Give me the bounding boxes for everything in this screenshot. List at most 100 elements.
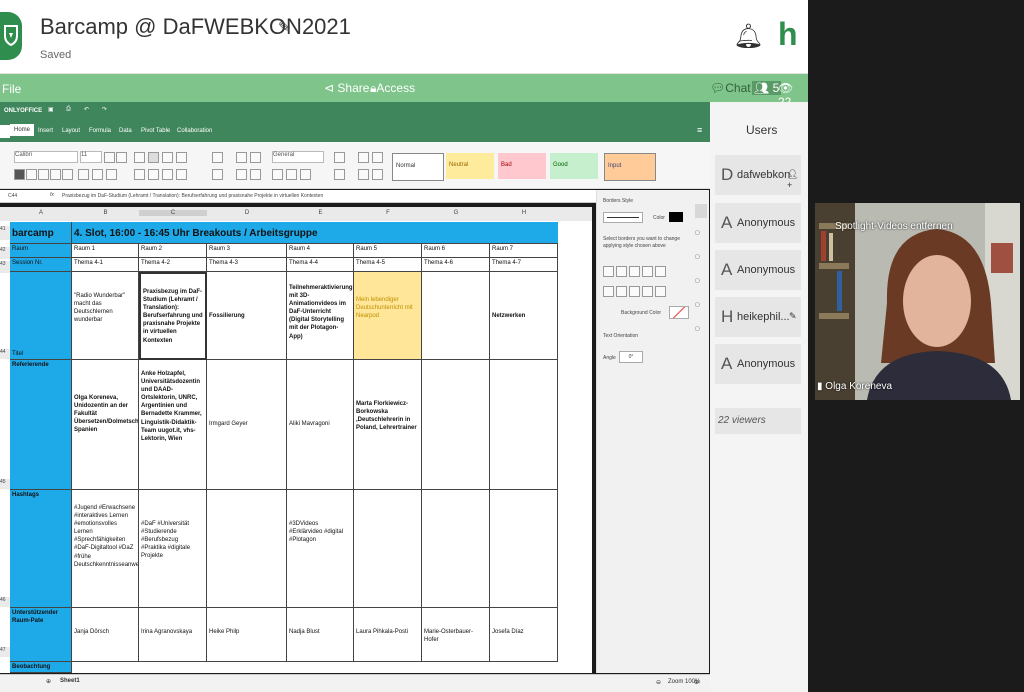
redo-icon[interactable]: ↷ [102,106,107,113]
clear-filter-icon[interactable] [250,169,261,180]
sheet-subtitle-cell[interactable]: 4. Slot, 16:00 - 16:45 Uhr Breakouts / A… [72,222,558,244]
spreadsheet-grid[interactable]: 41 42 43 44 45 46 47 barcamp 4. Slot, 16… [0,221,592,673]
speaker-cell[interactable]: Aliki Mavragoni [287,360,354,490]
align-middle-icon[interactable] [148,152,159,163]
session-cell[interactable]: Thema 4-6 [422,258,490,272]
delete-cells-icon[interactable] [334,169,345,180]
session-cell[interactable]: Thema 4-1 [72,258,139,272]
column-header[interactable]: D [207,210,287,216]
number-format-select[interactable]: General [272,151,324,163]
room-cell[interactable]: Raum 6 [422,244,490,258]
file-menu[interactable]: File [2,82,21,96]
formula-input[interactable]: Praxisbezug im DaF-Studium (Lehramt / Tr… [62,193,323,199]
session-cell[interactable]: Thema 4-7 [490,258,558,272]
document-title[interactable]: Barcamp @ DaFWEBKON2021 [40,14,351,40]
wrap-text-icon[interactable] [176,152,187,163]
add-sheet-icon[interactable]: ⊕ [46,678,51,685]
room-cell[interactable]: Raum 5 [354,244,422,258]
user-item[interactable]: A Anonymous [715,250,801,290]
hashtag-cell[interactable] [207,490,287,608]
row-label-cell[interactable]: Hashtags [10,490,72,608]
style-input[interactable]: Input [604,153,656,181]
sort-desc-icon[interactable] [250,152,261,163]
strikethrough-icon[interactable] [50,169,61,180]
column-header[interactable]: E [287,210,354,216]
edit-title-icon[interactable]: ✎ [278,18,291,36]
hashtag-cell[interactable]: #DaF #Universität #Studierende #Berufsbe… [139,490,207,608]
border-center-icon[interactable] [616,286,627,297]
room-cell[interactable]: Raum 4 [287,244,354,258]
title-cell[interactable]: Teilnehmeraktivierung mit 3D-Animationvi… [287,272,354,360]
chat-button[interactable]: 💬︎Chat [710,81,751,95]
tab-home[interactable]: Home [10,124,35,136]
align-left-icon[interactable] [134,169,145,180]
speaker-cell[interactable] [490,360,558,490]
align-center-icon[interactable] [148,169,159,180]
align-top-icon[interactable] [134,152,145,163]
function-icon[interactable]: fx [50,192,54,198]
table-settings-tab-icon[interactable]: ▢ [695,326,707,336]
row-label-cell[interactable]: Referierende [10,360,72,490]
tab-data[interactable]: Data [119,128,132,134]
insert-function-icon[interactable] [212,169,223,180]
session-cell[interactable]: Thema 4-4 [287,258,354,272]
style-good[interactable]: Good [550,153,598,179]
row-number[interactable]: 46 [0,597,10,607]
hashtag-cell[interactable]: #3DVideos #Erklärvideo #digital #Plotago… [287,490,354,608]
column-header[interactable]: C [139,210,207,216]
user-item[interactable]: A Anonymous [715,344,801,384]
insert-cells-icon[interactable] [334,152,345,163]
zoom-out-icon[interactable]: ⊖ [656,679,661,686]
column-header[interactable]: A [10,210,72,216]
decrease-font-icon[interactable] [116,152,127,163]
helper-cell[interactable]: Janja Dörsch [72,608,139,662]
row-label-cell[interactable]: Unterstützender Raum-Pate [10,608,72,662]
conditional-format-icon[interactable] [358,169,369,180]
pencil-icon[interactable]: ✎ [789,311,797,322]
style-bad[interactable]: Bad [498,153,546,179]
row-label-cell[interactable]: Beobachtung [10,662,72,673]
column-header[interactable]: G [422,210,490,216]
title-cell-selected[interactable]: Praxisbezug im DaF-Studium (Lehramt / Tr… [139,272,207,360]
helper-cell[interactable]: Marie-Osterbauer-Hofer [422,608,490,662]
access-button[interactable]: 🔒︎Access [370,81,415,96]
user-item[interactable]: H heikephil... ✎ [715,297,801,337]
text-settings-tab-icon[interactable]: ▢ [695,302,707,312]
video-tile[interactable]: Spotlight-Videos entfernen ▮ Olga Korene… [815,203,1020,400]
column-header[interactable]: B [72,210,139,216]
table-template-icon[interactable] [372,169,383,180]
percent-icon[interactable] [272,169,283,180]
cell-settings-tab-icon[interactable] [695,204,707,218]
helper-cell[interactable]: Josefa Díaz [490,608,558,662]
decimal-icon[interactable] [300,169,311,180]
print-icon[interactable]: ⎙ [66,106,71,113]
filter-icon[interactable] [236,169,247,180]
border-left-icon[interactable] [603,286,614,297]
border-bottom-icon[interactable] [655,286,666,297]
session-cell[interactable]: Thema 4-5 [354,258,422,272]
increase-font-icon[interactable] [104,152,115,163]
speaker-cell[interactable] [422,360,490,490]
border-style-select[interactable] [603,212,643,223]
undo-icon[interactable]: ↶ [84,106,89,113]
hashtag-cell[interactable]: #Jugend #Erwachsene #interaktives Lernen… [72,490,139,608]
style-normal[interactable]: Normal [392,153,444,181]
user-item[interactable]: D dafwebkon 👤︎+ [715,155,801,195]
save-icon[interactable]: ▣ [48,106,54,113]
italic-icon[interactable] [26,169,37,180]
border-diagonal-down-icon[interactable] [655,266,666,277]
session-cell[interactable]: Thema 4-2 [139,258,207,272]
title-cell[interactable]: Netzwerken [490,272,558,360]
row-number[interactable]: 44 [0,349,10,359]
sheet-tab[interactable]: Sheet1 [60,678,80,684]
cell-reference[interactable]: C44 [8,193,17,199]
share-button[interactable]: ⊲ Share [324,81,369,95]
tab-formula[interactable]: Formula [89,128,111,134]
bold-icon[interactable] [14,169,25,180]
title-cell[interactable]: Mein lebendiger Deutschunterricht mit Ne… [354,272,422,360]
subscript-icon[interactable] [62,169,73,180]
shape-settings-tab-icon[interactable]: ▢ [695,278,707,288]
column-header[interactable]: F [354,210,422,216]
image-settings-tab-icon[interactable]: ▢ [695,254,707,264]
session-cell[interactable]: Thema 4-3 [207,258,287,272]
